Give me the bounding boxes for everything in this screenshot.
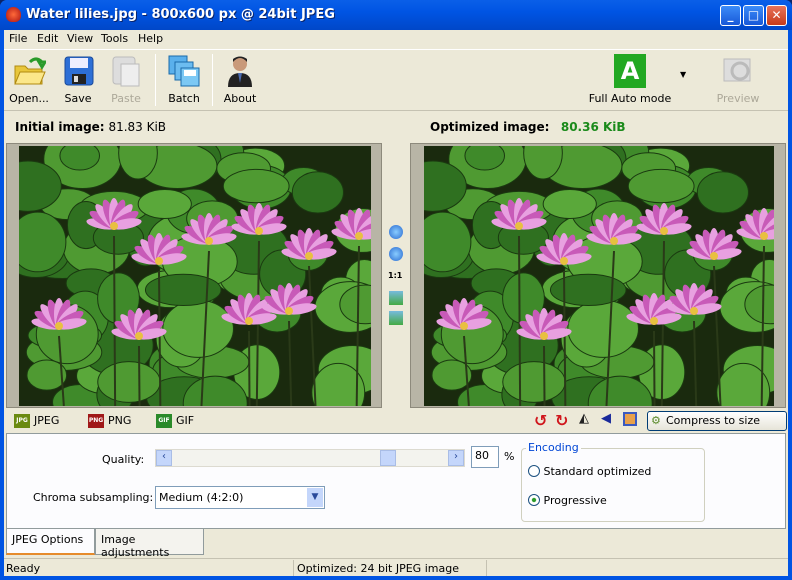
quality-slider[interactable]: ‹ › — [155, 449, 465, 467]
crop-icon[interactable] — [623, 412, 637, 426]
open-button[interactable]: Open... — [7, 54, 51, 105]
batch-label: Batch — [168, 92, 200, 105]
tab-image-adjustments[interactable]: Image adjustments — [95, 529, 204, 559]
quality-input[interactable]: 80 — [471, 446, 499, 468]
optimized-image-pane[interactable] — [410, 143, 786, 408]
mode-dropdown-arrow-icon[interactable]: ▼ — [680, 70, 686, 79]
chevron-down-icon[interactable]: ▼ — [307, 488, 323, 507]
preview-button[interactable]: Preview — [714, 54, 762, 105]
quality-label: Quality: — [102, 453, 145, 466]
chroma-label: Chroma subsampling: — [33, 491, 154, 504]
optimized-image-label: Optimized image: 80.36 KiB — [430, 120, 626, 134]
actual-size-button[interactable]: 1:1 — [388, 271, 402, 280]
view-controls: 1:1 — [382, 143, 410, 408]
mode-label: Full Auto mode — [588, 92, 672, 105]
app-window: Water lilies.jpg - 800x600 px @ 24bit JP… — [0, 0, 792, 580]
preview-label: Preview — [716, 92, 760, 105]
gif-file-icon: GIF — [156, 414, 172, 428]
tab-jpeg[interactable]: JPG JPEG — [12, 412, 59, 432]
optimized-image-photo — [424, 146, 774, 406]
menu-file[interactable]: File — [9, 32, 27, 45]
quality-slider-thumb[interactable] — [380, 450, 396, 466]
status-bar: Ready Optimized: 24 bit JPEG image — [4, 558, 788, 576]
encoding-group: Encoding Standard optimized Progressive — [521, 441, 705, 522]
person-icon — [223, 54, 257, 88]
zoom-out-icon[interactable] — [389, 247, 403, 261]
compress-label: Compress to size — [666, 414, 760, 427]
client-area: File Edit View Tools Help Open... Save P… — [4, 30, 788, 576]
maximize-button[interactable]: □ — [743, 5, 764, 26]
tab-jpeg-options[interactable]: JPEG Options — [6, 529, 95, 555]
initial-image-pane[interactable] — [6, 143, 382, 408]
about-button[interactable]: About — [221, 54, 259, 105]
percent-label: % — [504, 450, 515, 463]
scroll-right-button[interactable]: › — [448, 450, 464, 466]
toolbar: Open... Save Paste Batch About A Full Au… — [4, 49, 788, 111]
save-label: Save — [64, 92, 92, 105]
chroma-select[interactable]: Medium (4:2:0) ▼ — [155, 486, 325, 509]
radio-progressive[interactable]: Progressive — [528, 494, 607, 507]
fit-window-icon[interactable] — [389, 291, 403, 305]
auto-mode-icon: A — [614, 54, 646, 88]
jpeg-file-icon: JPG — [14, 414, 30, 428]
compare-icon[interactable] — [389, 311, 403, 325]
status-format: Optimized: 24 bit JPEG image — [297, 562, 459, 575]
format-tabs: JPG JPEG PNG PNG GIF GIF ↺ ↻ ◭ ◀ ⚙ Compress… — [4, 408, 788, 433]
paste-icon — [109, 54, 143, 88]
toolbar-separator — [155, 54, 156, 106]
batch-disks-icon — [167, 54, 201, 88]
tab-png[interactable]: PNG PNG — [86, 412, 131, 432]
full-auto-mode-button[interactable]: A Full Auto mode — [588, 54, 672, 105]
rotate-right-icon[interactable]: ↻ — [555, 411, 568, 430]
menu-bar: File Edit View Tools Help — [4, 30, 788, 48]
initial-image-photo — [19, 146, 371, 406]
radio-standard-optimized[interactable]: Standard optimized — [528, 465, 651, 478]
menu-view[interactable]: View — [67, 32, 93, 45]
initial-image-label: Initial image: 81.83 KiB — [15, 120, 167, 134]
initial-size: 81.83 KiB — [108, 120, 167, 134]
save-button[interactable]: Save — [62, 54, 94, 105]
zoom-in-icon[interactable] — [389, 225, 403, 239]
title-bar: Water lilies.jpg - 800x600 px @ 24bit JP… — [0, 0, 792, 30]
gear-icon: ⚙ — [651, 414, 661, 427]
optimized-size: 80.36 KiB — [560, 120, 626, 134]
jpeg-options-panel: Quality: ‹ › 80 % Chroma subsampling: Me… — [6, 433, 786, 529]
paste-button[interactable]: Paste — [109, 54, 143, 105]
app-icon — [6, 7, 21, 22]
open-label: Open... — [9, 92, 49, 105]
menu-tools[interactable]: Tools — [101, 32, 128, 45]
toolbar-separator — [212, 54, 213, 106]
scroll-left-button[interactable]: ‹ — [156, 450, 172, 466]
magnifier-icon — [721, 54, 755, 88]
close-button[interactable]: ✕ — [766, 5, 787, 26]
menu-edit[interactable]: Edit — [37, 32, 58, 45]
floppy-disk-icon — [62, 54, 96, 88]
png-file-icon: PNG — [88, 414, 104, 428]
compress-to-size-button[interactable]: ⚙ Compress to size — [647, 411, 787, 431]
encoding-title: Encoding — [526, 441, 581, 454]
minimize-button[interactable]: _ — [720, 5, 741, 26]
batch-button[interactable]: Batch — [166, 54, 202, 105]
rotate-left-icon[interactable]: ↺ — [534, 411, 547, 430]
about-label: About — [223, 92, 257, 105]
tab-gif[interactable]: GIF GIF — [154, 412, 194, 432]
folder-open-icon — [12, 54, 48, 88]
flip-vertical-icon[interactable]: ◀ — [601, 411, 611, 426]
window-title: Water lilies.jpg - 800x600 px @ 24bit JP… — [26, 7, 335, 22]
menu-help[interactable]: Help — [138, 32, 163, 45]
paste-label: Paste — [111, 92, 141, 105]
status-ready: Ready — [6, 562, 41, 575]
flip-horizontal-icon[interactable]: ◭ — [579, 411, 589, 426]
